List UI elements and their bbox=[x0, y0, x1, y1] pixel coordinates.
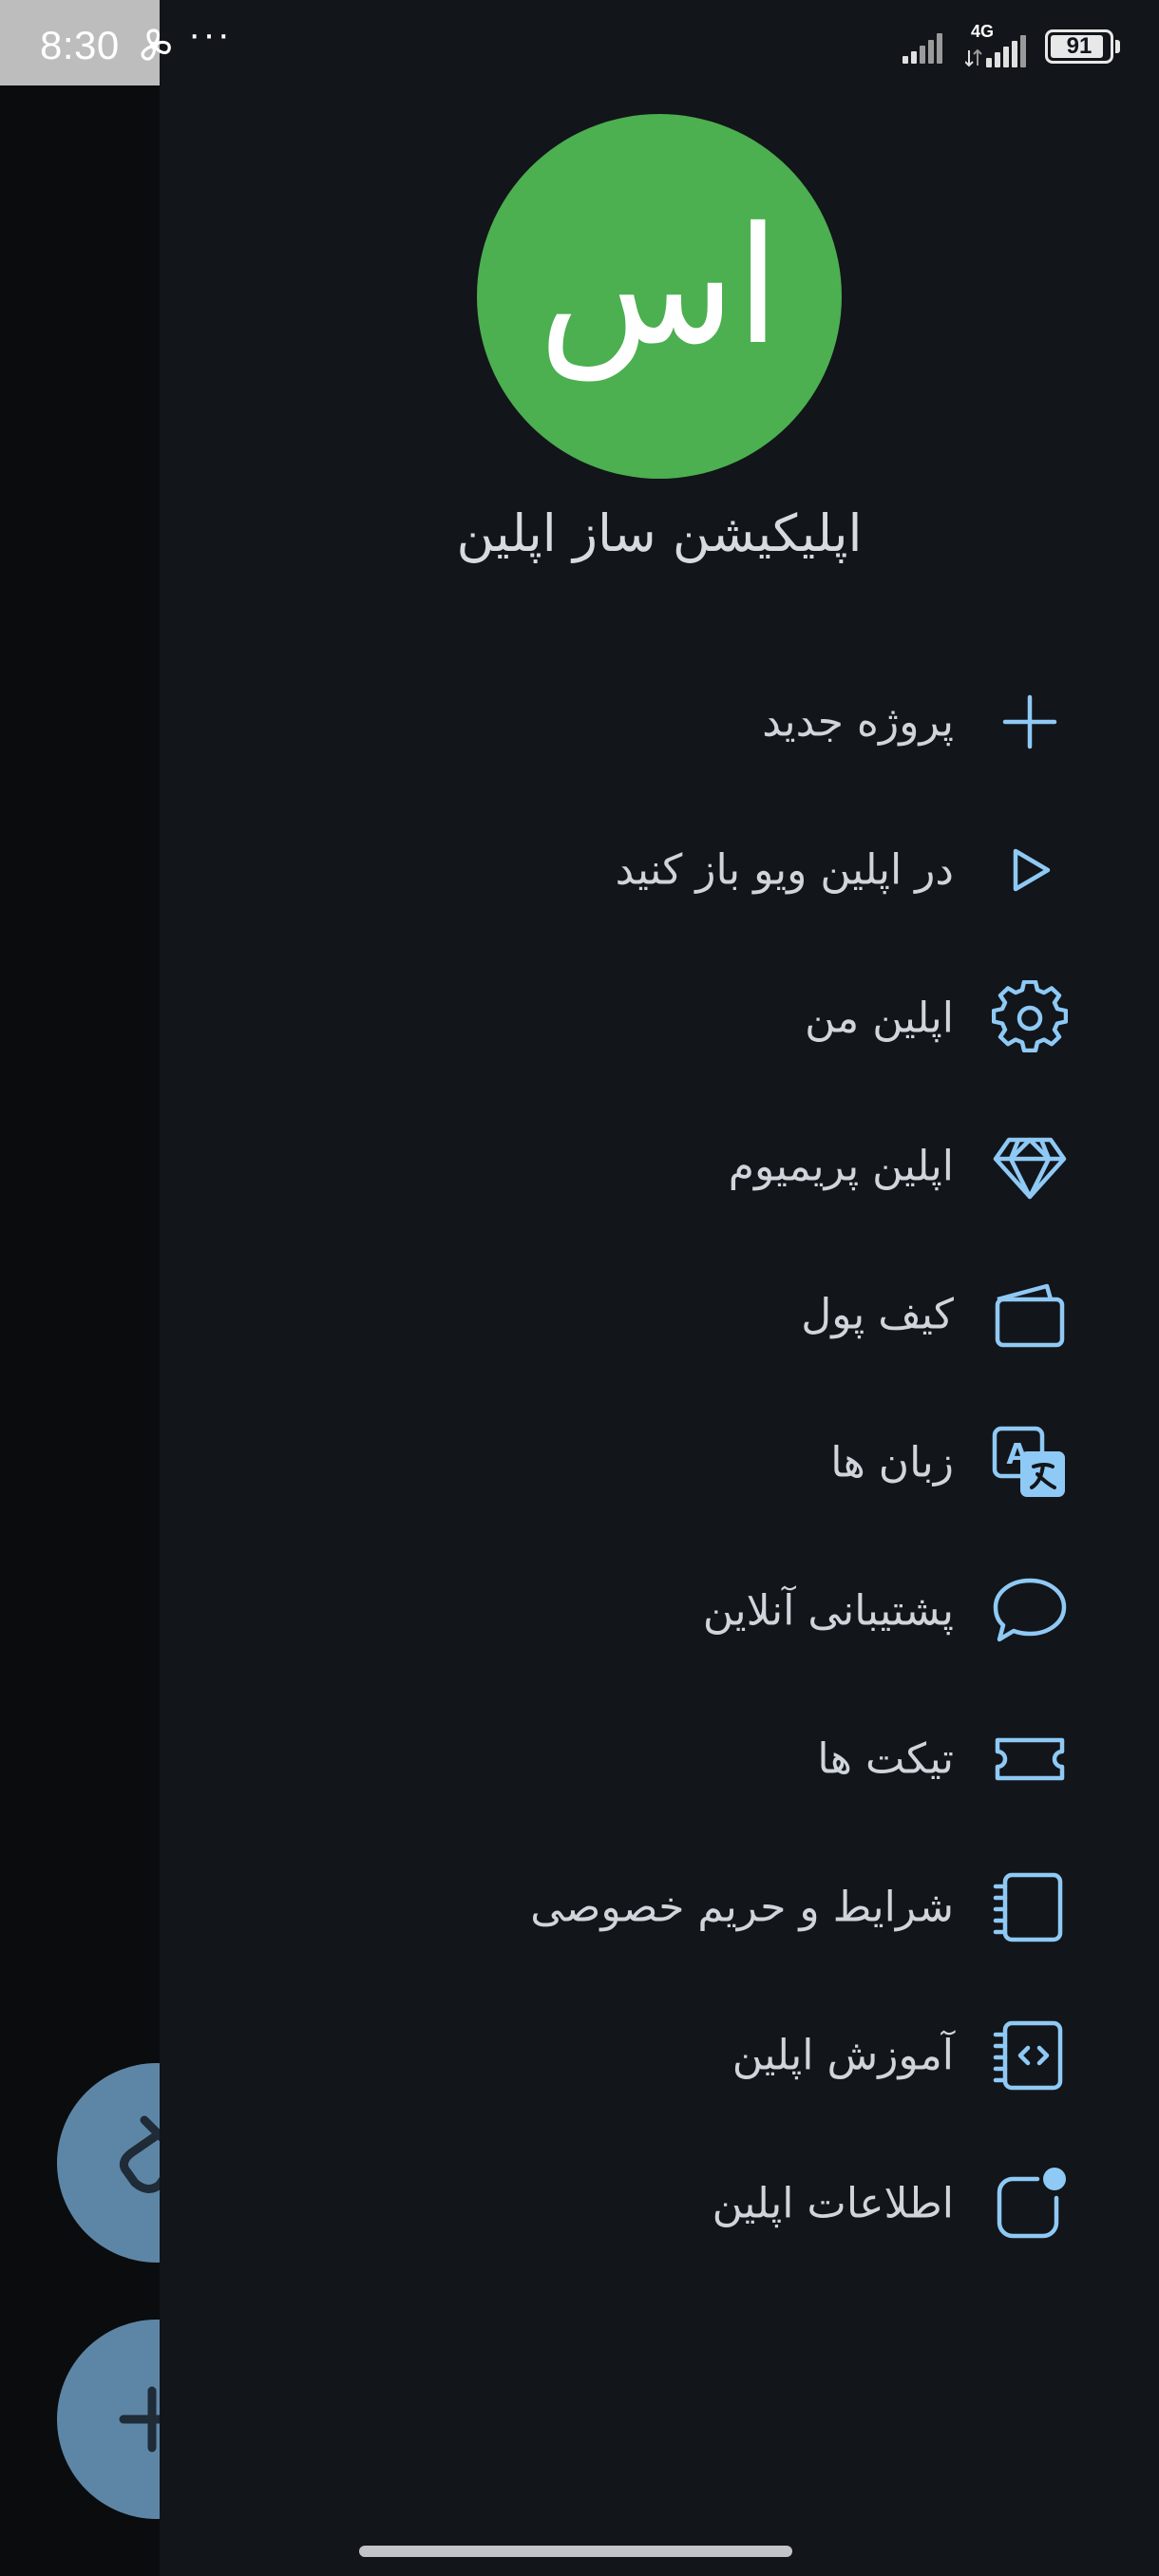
battery-level: 91 bbox=[1066, 33, 1092, 59]
ticket-icon bbox=[992, 1721, 1068, 1797]
profile-name: اپلیکیشن ساز اپلین bbox=[456, 503, 863, 563]
svg-text:A: A bbox=[1006, 1438, 1029, 1471]
screen: 8:30 ··· 4G 91 اس اپلیکیشن ساز اپلین پرو… bbox=[0, 0, 1159, 2576]
diamond-icon bbox=[992, 1128, 1068, 1204]
status-more-dots: ··· bbox=[188, 13, 232, 55]
menu-item-label: زبان ها bbox=[830, 1438, 954, 1487]
menu-item-my-applin[interactable]: اپلین من bbox=[160, 944, 1159, 1092]
menu-item-new-project[interactable]: پروژه جدید bbox=[160, 648, 1159, 796]
menu-item-about[interactable]: اطلاعات اپلین bbox=[160, 2130, 1159, 2278]
fan-icon bbox=[141, 28, 171, 61]
menu-item-wallet[interactable]: کیف پول bbox=[160, 1241, 1159, 1389]
menu-item-tickets[interactable]: تیکت ها bbox=[160, 1685, 1159, 1833]
code-book-icon bbox=[992, 2017, 1068, 2093]
play-icon bbox=[992, 832, 1068, 908]
menu-item-label: اپلین من bbox=[805, 994, 954, 1043]
menu-item-label: اطلاعات اپلین bbox=[712, 2179, 954, 2228]
wallet-icon bbox=[992, 1277, 1068, 1353]
menu-item-languages[interactable]: A زبان ها bbox=[160, 1389, 1159, 1537]
menu-item-label: آموزش اپلین bbox=[732, 2031, 954, 2080]
avatar[interactable]: اس bbox=[477, 114, 842, 479]
gear-icon bbox=[992, 980, 1068, 1056]
status-time: 8:30 bbox=[40, 23, 120, 67]
menu-item-label: کیف پول bbox=[801, 1290, 954, 1339]
chat-bubble-icon bbox=[992, 1573, 1068, 1649]
translate-icon: A bbox=[992, 1425, 1068, 1501]
menu-item-terms-privacy[interactable]: شرایط و حریم خصوصی bbox=[160, 1833, 1159, 1981]
notification-dot-icon bbox=[992, 2166, 1068, 2242]
mobile-network: 4G bbox=[965, 22, 1032, 69]
menu-item-online-support[interactable]: پشتیبانی آنلاین bbox=[160, 1537, 1159, 1685]
menu-item-label: اپلین پریمیوم bbox=[728, 1142, 954, 1191]
menu-item-open-in-viewer[interactable]: در اپلین ویو باز کنید bbox=[160, 796, 1159, 944]
menu-item-tutorials[interactable]: آموزش اپلین bbox=[160, 1981, 1159, 2130]
menu-item-label: در اپلین ویو باز کنید bbox=[615, 845, 954, 895]
menu-item-premium[interactable]: اپلین پریمیوم bbox=[160, 1092, 1159, 1241]
battery-icon: 91 bbox=[1045, 29, 1120, 64]
signal-icon bbox=[902, 33, 942, 64]
plus-icon bbox=[992, 684, 1068, 760]
menu-item-label: شرایط و حریم خصوصی bbox=[530, 1883, 954, 1932]
menu-item-label: پشتیبانی آنلاین bbox=[702, 1586, 954, 1636]
status-indicators: 4G 91 bbox=[902, 22, 1120, 70]
menu-item-label: تیکت ها bbox=[817, 1734, 954, 1784]
avatar-initials: اس bbox=[538, 193, 781, 381]
home-indicator[interactable] bbox=[359, 2546, 792, 2557]
notebook-icon bbox=[992, 1869, 1068, 1945]
signal-4g-icon bbox=[965, 35, 1026, 67]
menu-item-label: پروژه جدید bbox=[762, 697, 954, 747]
